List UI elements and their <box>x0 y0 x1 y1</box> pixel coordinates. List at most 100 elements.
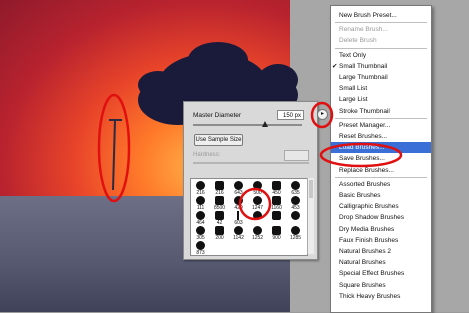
brush-tip-icon <box>196 196 205 205</box>
brush-tip-icon <box>272 226 281 235</box>
menu-item-natural-brushes-2[interactable]: Natural Brushes 2 <box>331 246 431 257</box>
menu-item-drop-shadow-brushes[interactable]: Drop Shadow Brushes <box>331 212 431 223</box>
brush-preset-grid: 216 216 643 500 450 635 111 8500 420 1247 1160 453 4… <box>190 178 308 256</box>
menu-item-delete-brush: Delete Brush <box>331 35 431 46</box>
menu-item-label: Preset Manager... <box>339 121 391 129</box>
brush-tip-icon <box>291 226 300 235</box>
menu-item-label: Faux Finish Brushes <box>339 236 399 244</box>
brush-tip-icon <box>291 211 300 220</box>
menu-item-square-brushes[interactable]: Square Brushes <box>331 280 431 291</box>
menu-item-stroke-thumbnail[interactable]: Stroke Thumbnail <box>331 106 431 117</box>
menu-item-dry-media-brushes[interactable]: Dry Media Brushes <box>331 224 431 235</box>
brush-size-label: 1252 <box>251 235 264 241</box>
brush-preset-cell[interactable]: 200 <box>212 225 227 242</box>
hardness-label: Hardness: <box>193 152 221 158</box>
menu-item-natural-brushes[interactable]: Natural Brushes <box>331 257 431 268</box>
menu-item-label: Stroke Thumbnail <box>339 107 390 115</box>
use-sample-size-button[interactable]: Use Sample Size <box>194 134 243 146</box>
brush-tip-icon <box>196 241 205 250</box>
scrollbar-thumb[interactable] <box>309 180 313 198</box>
menu-item-label: Dry Media Brushes <box>339 225 395 233</box>
brush-tip-icon <box>291 181 300 190</box>
menu-item-label: Large List <box>339 96 368 104</box>
menu-item-label: Special Effect Brushes <box>339 270 405 278</box>
menu-item-label: Save Brushes... <box>339 155 385 163</box>
diameter-slider-thumb[interactable] <box>262 121 268 127</box>
checkmark-icon: ✔ <box>332 62 338 70</box>
menu-item-preset-manager[interactable]: Preset Manager... <box>331 120 431 131</box>
menu-item-label: Small List <box>339 85 368 93</box>
menu-item-label: Replace Brushes... <box>339 166 394 174</box>
brush-size-label: 200 <box>215 235 224 241</box>
master-diameter-label: Master Diameter <box>193 112 242 119</box>
brush-tip-icon <box>196 211 205 220</box>
menu-item-new-brush-preset[interactable]: New Brush Preset... <box>331 10 431 21</box>
brush-tip-icon <box>272 181 281 190</box>
menu-item-large-list[interactable]: Large List <box>331 94 431 105</box>
menu-item-label: Load Brushes... <box>339 144 385 152</box>
menu-item-reset-brushes[interactable]: Reset Brushes... <box>331 131 431 142</box>
menu-item-small-thumbnail[interactable]: ✔ Small Thumbnail <box>331 61 431 72</box>
brush-preset-cell[interactable]: 873 <box>193 240 208 256</box>
brush-preset-cell[interactable]: 1285 <box>288 225 303 242</box>
brush-picker-panel: Master Diameter 150 px Use Sample Size H… <box>183 101 318 260</box>
menu-separator <box>335 176 427 178</box>
menu-item-label: Large Thumbnail <box>339 74 388 81</box>
hardness-slider-track[interactable] <box>193 162 309 164</box>
menu-item-label: Calligraphic Brushes <box>339 203 399 211</box>
menu-item-basic-brushes[interactable]: Basic Brushes <box>331 190 431 201</box>
menu-item-small-list[interactable]: Small List <box>331 83 431 94</box>
menu-item-assorted-brushes[interactable]: Assorted Brushes <box>331 179 431 190</box>
menu-item-label: Natural Brushes <box>339 259 386 267</box>
menu-item-load-brushes[interactable]: Load Brushes... <box>331 142 431 154</box>
menu-item-label: Thick Heavy Brushes <box>339 292 401 300</box>
menu-item-large-thumbnail[interactable]: Large Thumbnail <box>331 72 431 83</box>
brush-size-label: 900 <box>272 235 281 241</box>
brush-tip-icon <box>215 196 224 205</box>
menu-item-label: Delete Brush <box>339 37 377 45</box>
brush-tip-icon <box>253 196 262 205</box>
brush-flyout-menu: New Brush Preset... Rename Brush... Delete… <box>330 5 432 313</box>
menu-item-rename-brush: Rename Brush... <box>331 24 431 35</box>
diameter-field[interactable]: 150 px <box>277 110 304 120</box>
brush-size-label: 1142 <box>233 235 244 241</box>
brush-preset-cell[interactable]: 900 <box>269 225 284 242</box>
brush-tip-icon <box>234 196 243 205</box>
menu-item-save-brushes[interactable]: Save Brushes... <box>331 153 431 164</box>
menu-item-label: Assorted Brushes <box>339 180 391 188</box>
hardness-field[interactable] <box>284 150 309 161</box>
menu-item-label: Small Thumbnail <box>339 62 388 70</box>
diameter-slider-track[interactable] <box>193 124 302 126</box>
menu-item-replace-brushes[interactable]: Replace Brushes... <box>331 165 431 176</box>
menu-item-calligraphic-brushes[interactable]: Calligraphic Brushes <box>331 201 431 212</box>
brush-tip-icon <box>196 181 205 190</box>
brush-tip-icon <box>253 226 262 235</box>
brush-tip-icon <box>215 181 224 190</box>
panel-menu-arrow-icon[interactable]: ▸ <box>317 109 328 120</box>
menu-item-special-effect-brushes[interactable]: Special Effect Brushes <box>331 268 431 279</box>
menu-item-label: Drop Shadow Brushes <box>339 214 405 222</box>
menu-item-faux-finish-brushes[interactable]: Faux Finish Brushes <box>331 235 431 246</box>
brush-size-label: 873 <box>196 250 205 256</box>
menu-item-label: Basic Brushes <box>339 192 381 199</box>
brush-tip-icon <box>215 226 224 235</box>
menu-item-label: Reset Brushes... <box>339 133 388 140</box>
brush-tip-icon <box>196 226 205 235</box>
menu-item-label: Square Brushes <box>339 281 386 289</box>
menu-item-label: Text Only <box>339 51 367 59</box>
brush-tip-icon <box>272 211 281 220</box>
brush-preset-cell[interactable]: 1252 <box>250 225 265 242</box>
menu-item-text-only[interactable]: Text Only <box>331 50 431 61</box>
brush-tip-icon <box>234 181 243 190</box>
brush-tip-icon <box>291 196 300 205</box>
brush-preset-cell[interactable]: 1142 <box>231 225 246 242</box>
brush-tip-icon <box>253 181 262 190</box>
menu-separator <box>335 22 427 24</box>
menu-item-label: New Brush Preset... <box>339 12 397 19</box>
menu-separator <box>335 47 427 49</box>
menu-item-thick-heavy-brushes[interactable]: Thick Heavy Brushes <box>331 291 431 302</box>
brush-grid-scrollbar[interactable] <box>307 178 314 254</box>
menu-item-label: Rename Brush... <box>339 26 388 34</box>
brush-tip-icon <box>253 211 262 220</box>
brush-tip-icon <box>237 211 241 220</box>
